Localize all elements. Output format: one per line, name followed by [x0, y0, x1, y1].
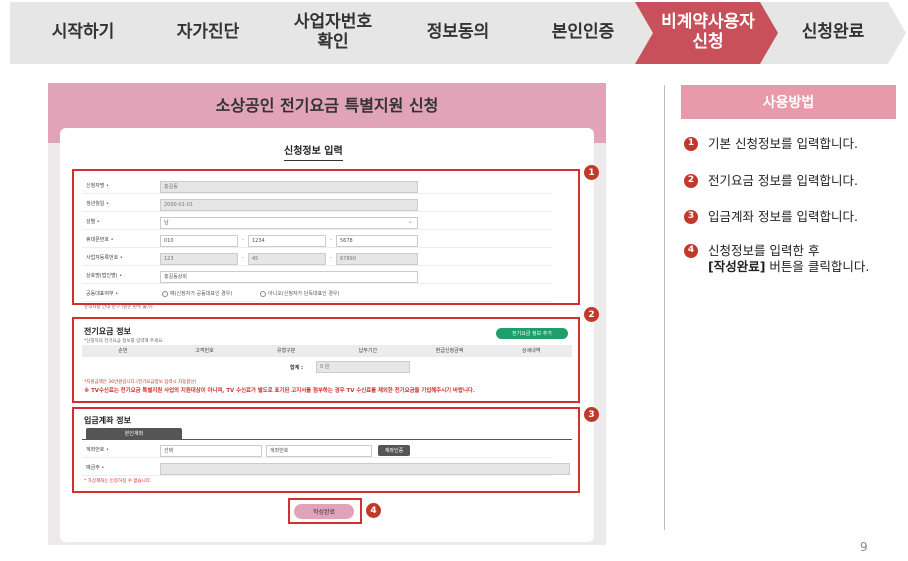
- badge-3: 3: [584, 407, 599, 422]
- step-self-diagnosis: 자가진단: [135, 2, 281, 64]
- step-noncontract-apply: 비계약사용자 신청: [635, 2, 781, 64]
- help-item-3-text: 입금계좌 정보를 입력합니다.: [708, 209, 858, 224]
- step-verification: 본인인증: [510, 2, 656, 64]
- step-complete: 신청완료: [760, 2, 906, 64]
- badge-1: 1: [584, 165, 599, 180]
- page-number: 9: [860, 540, 868, 554]
- help-item-4-text-end: 버튼을 클릭합니다.: [765, 259, 870, 274]
- help-item-4-text-line2: [작성완료] 버튼을 클릭합니다.: [708, 259, 869, 275]
- highlight-electric-info: [72, 317, 580, 403]
- number-2-icon: 2: [684, 174, 698, 188]
- number-4-icon: 4: [684, 244, 698, 258]
- highlight-submit: [288, 498, 362, 524]
- form-screenshot: 소상공인 전기요금 특별지원 신청 신청정보 입력 신청자명 홍길동 생년월일 …: [48, 83, 606, 545]
- highlight-bank-info: [72, 407, 580, 493]
- help-title: 사용방법: [681, 85, 896, 119]
- help-item-2-text: 전기요금 정보를 입력합니다.: [708, 173, 858, 188]
- submit-label-ref: [작성완료]: [708, 259, 766, 274]
- highlight-basic-info: [72, 169, 580, 305]
- help-item-4-text: 신청정보를 입력한 후: [708, 243, 820, 258]
- step-consent: 정보동의: [385, 2, 531, 64]
- help-item-1-text: 기본 신청정보를 입력합니다.: [708, 136, 858, 151]
- form-title: 신청정보 입력: [284, 142, 343, 161]
- badge-4: 4: [366, 503, 381, 518]
- divider: [664, 85, 665, 530]
- number-1-icon: 1: [684, 137, 698, 151]
- number-3-icon: 3: [684, 210, 698, 224]
- form-header-text: 소상공인 전기요금 특별지원 신청: [215, 96, 439, 115]
- badge-2: 2: [584, 307, 599, 322]
- progress-steps: 시작하기 자가진단 사업자번호 확인 정보동의 본인인증 비계약사용자 신청 신…: [10, 2, 902, 64]
- step-business-number: 사업자번호 확인: [260, 2, 406, 64]
- step-start: 시작하기: [10, 2, 156, 64]
